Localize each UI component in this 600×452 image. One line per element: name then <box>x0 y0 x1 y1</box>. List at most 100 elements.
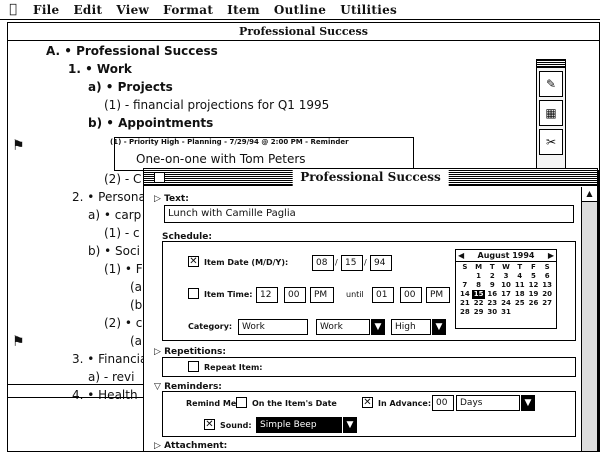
advance-amount-field[interactable]: 00 <box>432 395 454 411</box>
calendar-day[interactable]: 27 <box>540 299 554 308</box>
outline-item[interactable]: (b <box>130 298 142 312</box>
calendar-day[interactable]: 19 <box>527 290 541 299</box>
date-month-field[interactable]: 08 <box>312 255 334 271</box>
outline-item[interactable]: 3. • Financia <box>72 352 147 366</box>
until-hour-field[interactable]: 01 <box>372 287 394 303</box>
until-ampm-field[interactable]: PM <box>426 287 450 303</box>
calendar-day[interactable]: 12 <box>527 281 541 290</box>
time-minute-field[interactable]: 00 <box>284 287 306 303</box>
outline-item[interactable]: a) - revi <box>88 370 134 384</box>
dialog-scrollbar[interactable]: ▲ <box>581 187 597 451</box>
outline-item[interactable]: 2. • Persona <box>72 190 146 204</box>
calendar-day[interactable]: 1 <box>472 272 486 281</box>
calendar-day[interactable]: 9 <box>485 281 499 290</box>
note-flag-icon[interactable]: ⚑ <box>12 334 25 350</box>
calendar-day[interactable]: 17 <box>499 290 513 299</box>
outline-item[interactable]: (1) - c <box>104 226 140 240</box>
in-advance-checkbox[interactable]: ✕ <box>362 397 373 408</box>
new-item-icon[interactable]: ✎ <box>539 71 563 97</box>
outline-item[interactable]: (a <box>130 280 142 294</box>
menu-utilities[interactable]: Utilities <box>333 3 404 17</box>
time-ampm-field[interactable]: PM <box>310 287 334 303</box>
next-month-arrow-icon[interactable]: ▶ <box>548 250 554 261</box>
outline-item[interactable]: (2) • c <box>104 316 142 330</box>
priority-popup[interactable]: High <box>391 319 431 335</box>
calendar-day[interactable]: 15 <box>471 290 486 299</box>
date-year-field[interactable]: 94 <box>370 255 392 271</box>
calendar-day[interactable]: 11 <box>513 281 527 290</box>
calendar-day[interactable]: 30 <box>485 308 499 317</box>
palette-drag-bar[interactable] <box>537 60 565 68</box>
category-dropdown-arrow-icon[interactable]: ▼ <box>371 319 385 335</box>
item-text-field[interactable]: Lunch with Camille Paglia <box>164 205 574 223</box>
outline-item[interactable]: A. • Professional Success <box>46 44 218 58</box>
calendar-day[interactable]: 26 <box>527 299 541 308</box>
category-field[interactable]: Work <box>238 319 308 335</box>
menu-item[interactable]: Item <box>220 3 267 17</box>
menu-edit[interactable]: Edit <box>66 3 109 17</box>
calendar-day[interactable]: 20 <box>540 290 554 299</box>
outline-item[interactable]: a) • Projects <box>88 80 173 94</box>
outline-item[interactable]: (1) - financial projections for Q1 1995 <box>104 98 329 112</box>
scissors-icon[interactable]: ✂ <box>539 129 563 155</box>
menu-file[interactable]: File <box>26 3 66 17</box>
calendar-day[interactable]: 23 <box>485 299 499 308</box>
calendar-day[interactable]: 16 <box>485 290 499 299</box>
calendar-day[interactable]: 13 <box>540 281 554 290</box>
sound-dropdown-arrow-icon[interactable]: ▼ <box>343 417 357 433</box>
calendar-grid[interactable]: S M T W T F S 1 2 3 4 5 6 7 8 9 10 11 12 13 14 15 16 17 18 19 20 21… <box>456 262 556 318</box>
priority-dropdown-arrow-icon[interactable]: ▼ <box>432 319 446 335</box>
apple-icon[interactable]:  <box>0 2 26 17</box>
sound-popup[interactable]: Simple Beep <box>256 417 342 433</box>
calendar-day[interactable]: 29 <box>472 308 486 317</box>
item-date-checkbox[interactable]: ✕ <box>188 256 199 267</box>
calendar-day[interactable]: 3 <box>499 272 513 281</box>
prev-month-arrow-icon[interactable]: ◀ <box>458 250 464 261</box>
calendar-day[interactable] <box>513 308 527 317</box>
dialog-title-bar[interactable]: Professional Success <box>144 169 597 186</box>
advance-unit-popup[interactable]: Days <box>456 395 520 411</box>
calendar-day[interactable]: 28 <box>458 308 472 317</box>
outline-item[interactable]: 1. • Work <box>68 62 132 76</box>
calendar-day[interactable]: 21 <box>458 299 472 308</box>
menu-format[interactable]: Format <box>156 3 220 17</box>
time-hour-field[interactable]: 12 <box>256 287 278 303</box>
category-popup[interactable]: Work <box>316 319 370 335</box>
scroll-up-arrow-icon[interactable]: ▲ <box>582 187 597 202</box>
menu-view[interactable]: View <box>109 3 156 17</box>
date-day-field[interactable]: 15 <box>341 255 363 271</box>
calendar-day[interactable]: 2 <box>485 272 499 281</box>
outline-item[interactable]: (1) • F <box>104 262 143 276</box>
calendar-day[interactable] <box>458 272 472 281</box>
calendar-day[interactable] <box>527 308 541 317</box>
calendar-day[interactable]: 6 <box>540 272 554 281</box>
close-box-icon[interactable] <box>154 172 165 183</box>
calendar-day[interactable]: 8 <box>472 281 486 290</box>
calendar-day[interactable]: 22 <box>472 299 486 308</box>
calendar-icon[interactable]: ▦ <box>539 100 563 126</box>
outline-item[interactable]: (2) - C <box>104 172 141 186</box>
calendar-day[interactable]: 14 <box>458 290 472 299</box>
calendar-day[interactable] <box>540 308 554 317</box>
on-items-date-checkbox[interactable] <box>236 397 247 408</box>
calendar-day[interactable]: 4 <box>513 272 527 281</box>
outline-item[interactable]: b) • Soci <box>88 244 140 258</box>
calendar-day[interactable]: 10 <box>499 281 513 290</box>
calendar-day[interactable]: 31 <box>499 308 513 317</box>
outline-item[interactable]: (a <box>130 334 142 348</box>
calendar-day[interactable]: 25 <box>513 299 527 308</box>
outline-item[interactable]: a) • carp <box>88 208 141 222</box>
mini-calendar[interactable]: ◀ August 1994 ▶ S M T W T F S 1 2 3 4 5 6 7 8 9 10 11 12 13… <box>455 249 557 329</box>
calendar-day[interactable]: 24 <box>499 299 513 308</box>
note-flag-icon[interactable]: ⚑ <box>12 138 25 154</box>
until-minute-field[interactable]: 00 <box>400 287 422 303</box>
outline-item[interactable]: b) • Appointments <box>88 116 213 130</box>
menu-outline[interactable]: Outline <box>267 3 333 17</box>
item-time-checkbox[interactable] <box>188 288 199 299</box>
repeat-item-checkbox[interactable] <box>188 361 199 372</box>
advance-unit-dropdown-arrow-icon[interactable]: ▼ <box>521 395 535 411</box>
calendar-day[interactable]: 18 <box>513 290 527 299</box>
calendar-day[interactable]: 7 <box>458 281 472 290</box>
calendar-day[interactable]: 5 <box>527 272 541 281</box>
sound-checkbox[interactable]: ✕ <box>204 419 215 430</box>
